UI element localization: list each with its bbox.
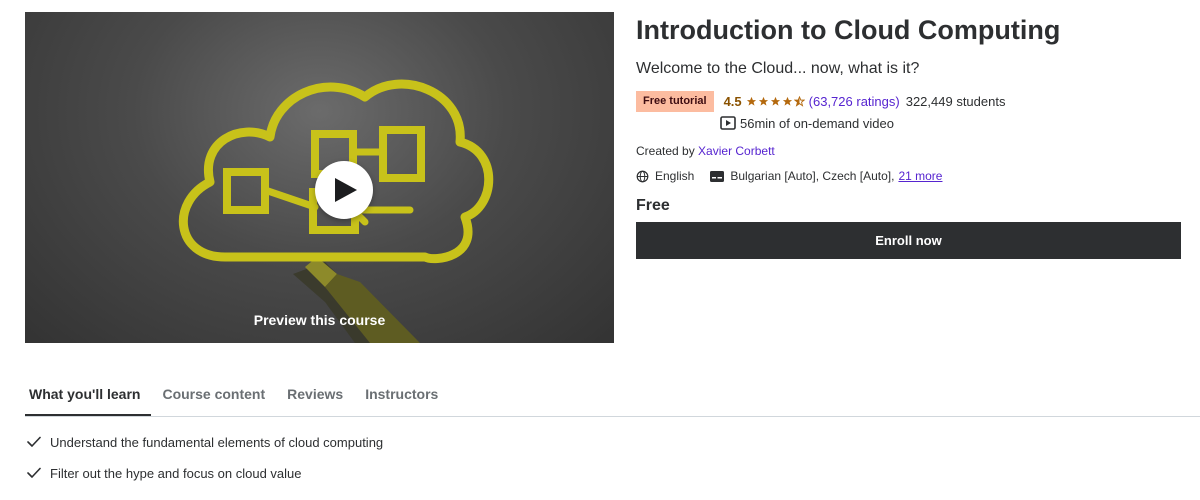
preview-course-label[interactable]: Preview this course	[25, 312, 614, 328]
caption-languages: Bulgarian [Auto], Czech [Auto],	[730, 169, 895, 183]
globe-icon	[636, 170, 649, 183]
created-by: Created by Xavier Corbett	[636, 142, 1181, 160]
tab-course-content[interactable]: Course content	[151, 374, 276, 416]
star-icon	[770, 96, 780, 106]
checkmark-icon	[27, 436, 41, 447]
rating-number: 4.5	[723, 94, 742, 109]
tab-reviews[interactable]: Reviews	[276, 374, 354, 416]
course-price: Free	[636, 197, 670, 214]
star-rating	[746, 96, 805, 107]
star-icon	[758, 96, 768, 106]
list-item: Filter out the hype and focus on cloud v…	[27, 463, 383, 483]
tab-what-youll-learn[interactable]: What you'll learn	[25, 374, 152, 416]
play-icon	[335, 178, 357, 202]
learn-item-text: Understand the fundamental elements of c…	[50, 434, 384, 450]
course-title: Introduction to Cloud Computing	[636, 15, 1061, 45]
play-button[interactable]	[315, 161, 373, 219]
free-tutorial-badge: Free tutorial	[636, 91, 714, 112]
course-language: English	[655, 169, 695, 183]
rating-count-link[interactable]: (63,726 ratings)	[809, 94, 900, 109]
course-tabs: What you'll learn Course content Reviews…	[25, 374, 1200, 417]
instructor-link[interactable]: Xavier Corbett	[698, 144, 775, 158]
half-star-icon	[793, 96, 805, 107]
course-subtitle: Welcome to the Cloud... now, what is it?	[636, 60, 920, 77]
video-length: 56min of on-demand video	[740, 115, 894, 131]
tab-instructors[interactable]: Instructors	[354, 374, 449, 416]
course-page: Preview this course Introduction to Clou…	[0, 0, 1200, 500]
video-length-row: 56min of on-demand video	[720, 114, 1181, 132]
course-preview-video[interactable]: Preview this course	[25, 12, 614, 343]
more-captions-link[interactable]: 21 more	[898, 169, 942, 183]
star-icon	[746, 96, 756, 106]
learn-list: Understand the fundamental elements of c…	[27, 432, 383, 494]
enroll-now-button[interactable]: Enroll now	[636, 222, 1181, 259]
learn-item-text: Filter out the hype and focus on cloud v…	[50, 465, 302, 481]
checkmark-icon	[27, 467, 41, 478]
course-info: Introduction to Cloud Computing Welcome …	[636, 12, 1181, 259]
video-icon	[720, 116, 736, 130]
created-by-label: Created by	[636, 144, 695, 158]
closed-captions-icon	[710, 170, 725, 182]
language-row: English Bulgarian [Auto], Czech [Auto], …	[636, 167, 1181, 185]
rating-row: Free tutorial 4.5 (63,726 ratings) 322,4…	[636, 91, 1181, 112]
student-count: 322,449 students	[905, 94, 1006, 109]
star-icon	[782, 96, 792, 106]
list-item: Understand the fundamental elements of c…	[27, 432, 383, 452]
